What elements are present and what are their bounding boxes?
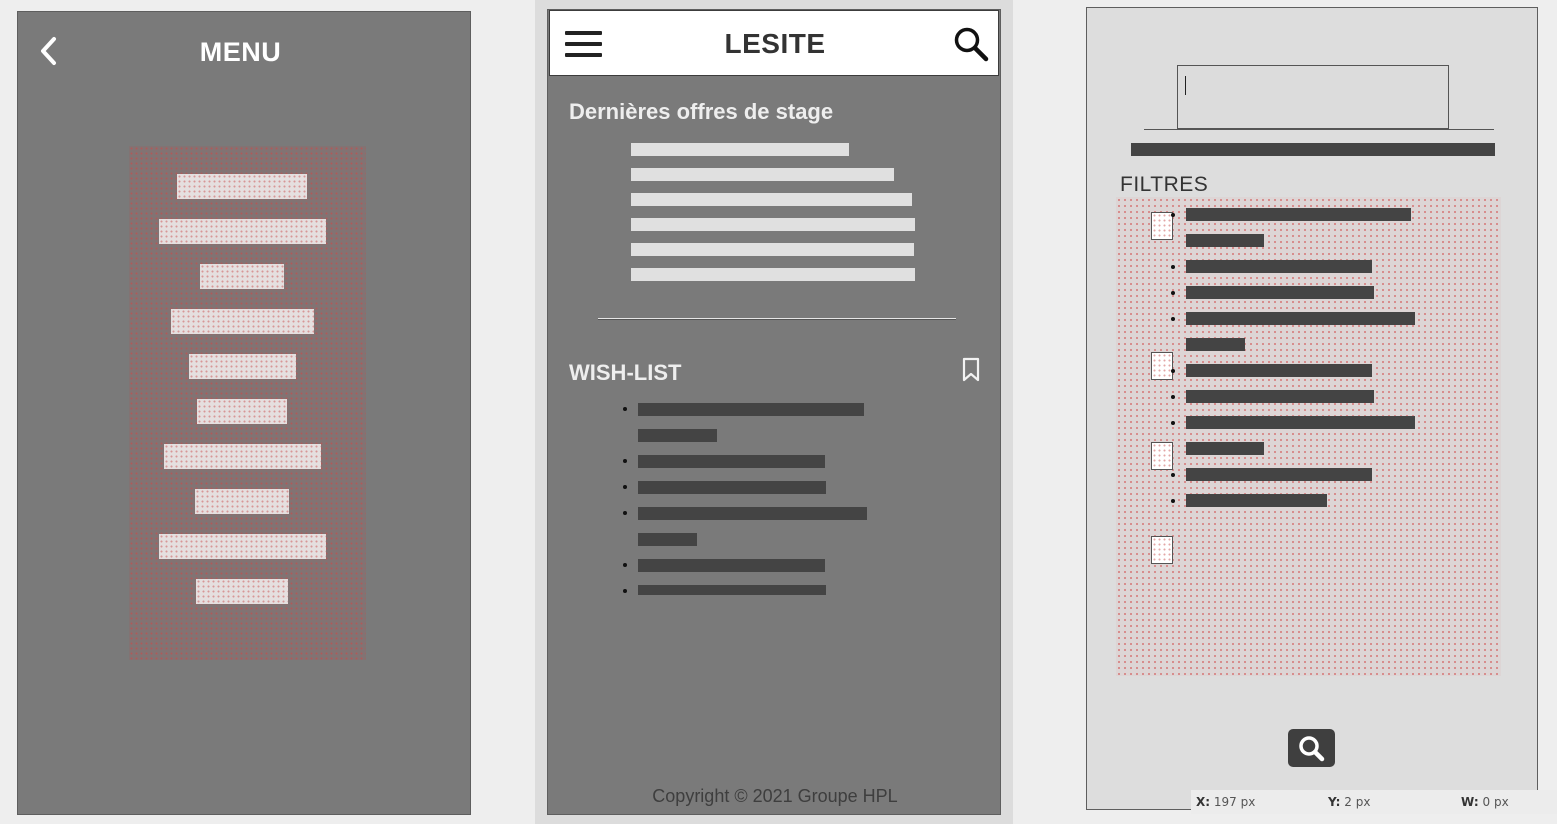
filter-option[interactable] (1186, 208, 1411, 221)
top-header: LESITE (549, 10, 999, 76)
bookmark-icon[interactable] (960, 357, 982, 383)
menu-item[interactable] (189, 354, 296, 379)
site-title[interactable]: LESITE (550, 28, 1000, 60)
wishlist-item[interactable] (638, 403, 864, 416)
wishlist-item[interactable] (638, 481, 826, 494)
filter-option[interactable] (1186, 338, 1245, 351)
list-bullet (1171, 369, 1175, 373)
filters-heading: FILTRES (1120, 173, 1209, 196)
coordinates-status-bar: X: 197 px Y: 2 px W: 0 px (1191, 790, 1557, 814)
filter-option[interactable] (1186, 494, 1327, 507)
list-bullet (1171, 395, 1175, 399)
section-divider (598, 318, 956, 320)
filter-option[interactable] (1186, 442, 1264, 455)
list-bullet (623, 485, 627, 489)
menu-panel: MENU (17, 11, 471, 815)
wishlist-item[interactable] (638, 585, 826, 595)
offer-item[interactable] (631, 243, 914, 256)
menu-item[interactable] (195, 489, 289, 514)
offer-item[interactable] (631, 268, 915, 281)
menu-item[interactable] (200, 264, 284, 289)
filter-option[interactable] (1186, 260, 1372, 273)
filter-checkbox[interactable] (1151, 212, 1173, 240)
list-bullet (1171, 265, 1175, 269)
list-bullet (623, 459, 627, 463)
list-bullet (623, 563, 627, 567)
home-panel: LESITE Dernières offres de stage WISH-LI… (547, 9, 1001, 815)
y-readout: Y: 2 px (1328, 795, 1371, 809)
menu-item[interactable] (177, 174, 307, 199)
menu-list (129, 146, 366, 660)
wishlist-item[interactable] (638, 429, 717, 442)
menu-item[interactable] (159, 534, 326, 559)
search-icon (1299, 736, 1325, 762)
menu-title: MENU (199, 37, 282, 67)
filter-checkbox[interactable] (1151, 536, 1173, 564)
menu-item[interactable] (196, 579, 288, 604)
filter-checkbox[interactable] (1151, 442, 1173, 470)
filter-option[interactable] (1186, 364, 1372, 377)
filter-option[interactable] (1186, 390, 1374, 403)
input-underline (1144, 129, 1494, 130)
search-submit-button[interactable] (1288, 729, 1335, 767)
search-input[interactable] (1177, 65, 1449, 129)
filter-option[interactable] (1186, 416, 1415, 429)
menu-item[interactable] (159, 219, 326, 244)
filter-option[interactable] (1186, 312, 1415, 325)
filter-option[interactable] (1186, 286, 1374, 299)
search-bar-placeholder (1131, 143, 1495, 156)
list-bullet (623, 511, 627, 515)
wishlist-item[interactable] (638, 507, 867, 520)
list-bullet (1171, 213, 1175, 217)
offer-item[interactable] (631, 168, 894, 181)
latest-offers-heading: Dernières offres de stage (569, 99, 834, 124)
search-panel: FILTRES (1086, 7, 1538, 810)
list-bullet (623, 589, 627, 593)
wishlist-item[interactable] (638, 455, 825, 468)
list-bullet (1171, 499, 1175, 503)
filter-checkbox[interactable] (1151, 352, 1173, 380)
list-bullet (623, 407, 627, 411)
filters-list (1116, 197, 1501, 676)
w-readout: W: 0 px (1461, 795, 1509, 809)
search-icon[interactable] (953, 26, 989, 62)
text-caret (1185, 76, 1186, 95)
menu-item[interactable] (164, 444, 321, 469)
filter-option[interactable] (1186, 234, 1264, 247)
list-bullet (1171, 291, 1175, 295)
offer-item[interactable] (631, 218, 915, 231)
wishlist-item[interactable] (638, 559, 825, 572)
list-bullet (1171, 473, 1175, 477)
offer-item[interactable] (631, 143, 849, 156)
wishlist-item[interactable] (638, 533, 697, 546)
list-bullet (1171, 317, 1175, 321)
x-readout: X: 197 px (1196, 795, 1256, 809)
offer-item[interactable] (631, 193, 912, 206)
menu-item[interactable] (197, 399, 287, 424)
copyright-footer: Copyright © 2021 Groupe HPL (652, 786, 898, 806)
list-bullet (1171, 421, 1175, 425)
wishlist-heading: WISH-LIST (569, 360, 682, 385)
filter-option[interactable] (1186, 468, 1372, 481)
menu-item[interactable] (171, 309, 314, 334)
